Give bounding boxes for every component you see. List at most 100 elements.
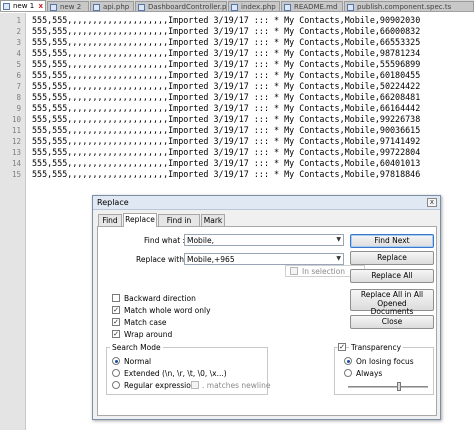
line-number: 9 <box>16 104 21 113</box>
transparency-checkbox[interactable]: ✓ <box>338 343 346 351</box>
in-selection-checkbox[interactable] <box>290 267 298 275</box>
editor-line[interactable]: 10 555,555,,,,,,,,,,,,,,,,,,,,Imported 3/… <box>0 114 474 125</box>
editor-line[interactable]: 14 555,555,,,,,,,,,,,,,,,,,,,,Imported 3/… <box>0 158 474 169</box>
tab-dashboard-controller[interactable]: DashboardController.php <box>135 1 227 11</box>
tab-index-php[interactable]: index.php <box>228 1 280 11</box>
line-number: 15 <box>11 170 21 179</box>
line-number: 6 <box>16 71 21 80</box>
tab-label: README.md <box>294 3 338 11</box>
close-icon[interactable]: x <box>427 198 437 207</box>
replace-button[interactable]: Replace <box>350 251 434 265</box>
editor-line[interactable]: 4 555,555,,,,,,,,,,,,,,,,,,,,Imported 3/1… <box>0 48 474 59</box>
tab-readme[interactable]: README.md <box>281 1 343 11</box>
chevron-down-icon[interactable]: ▼ <box>336 255 341 262</box>
replace-dialog: Replace x Find Replace Find in Files Mar… <box>92 195 441 420</box>
line-number: 14 <box>11 159 21 168</box>
line-text: 555,555,,,,,,,,,,,,,,,,,,,,Imported 3/19… <box>32 136 421 146</box>
editor-line[interactable]: 1 555,555,,,,,,,,,,,,,,,,,,,,Imported 3/1… <box>0 15 474 26</box>
extended-label: Extended (\n, \r, \t, \0, \x...) <box>124 369 227 378</box>
tab-new-1[interactable]: new 1 x <box>0 0 46 11</box>
editor-line[interactable]: 6 555,555,,,,,,,,,,,,,,,,,,,,Imported 3/1… <box>0 70 474 81</box>
always-radio[interactable] <box>344 369 352 377</box>
tab-label: new 1 <box>13 2 35 10</box>
editor-line[interactable]: 5 555,555,,,,,,,,,,,,,,,,,,,,Imported 3/1… <box>0 59 474 70</box>
tab-api-php[interactable]: api.php <box>90 1 134 11</box>
editor-line[interactable]: 12 555,555,,,,,,,,,,,,,,,,,,,,Imported 3/… <box>0 136 474 147</box>
editor-line[interactable]: 13 555,555,,,,,,,,,,,,,,,,,,,,Imported 3/… <box>0 147 474 158</box>
match-whole-word-checkbox[interactable]: ✓ <box>112 306 120 314</box>
dialog-title: Replace <box>97 198 129 207</box>
file-icon <box>50 4 57 11</box>
backward-direction-label: Backward direction <box>124 294 196 303</box>
search-mode-title: Search Mode <box>110 343 163 352</box>
editor-line[interactable]: 2 555,555,,,,,,,,,,,,,,,,,,,,Imported 3/1… <box>0 26 474 37</box>
find-what-input[interactable] <box>187 235 331 245</box>
match-case-label: Match case <box>124 318 167 327</box>
line-text: 555,555,,,,,,,,,,,,,,,,,,,,Imported 3/19… <box>32 125 421 135</box>
tab-label: DashboardController.php <box>148 3 227 11</box>
line-number: 5 <box>16 60 21 69</box>
slider-thumb[interactable] <box>397 382 401 391</box>
tab-label: api.php <box>103 3 130 11</box>
line-number: 10 <box>11 115 21 124</box>
editor-line[interactable]: 3 555,555,,,,,,,,,,,,,,,,,,,,Imported 3/1… <box>0 37 474 48</box>
editor-line[interactable]: 11 555,555,,,,,,,,,,,,,,,,,,,,Imported 3/… <box>0 125 474 136</box>
replace-with-input[interactable] <box>187 254 331 264</box>
line-number: 12 <box>11 137 21 146</box>
tab-publish-spec[interactable]: publish.component.spec.ts <box>344 1 474 11</box>
on-losing-focus-radio[interactable] <box>344 357 352 365</box>
line-text: 555,555,,,,,,,,,,,,,,,,,,,,Imported 3/19… <box>32 92 421 102</box>
tab-new-2[interactable]: new 2 <box>47 1 89 11</box>
line-text: 555,555,,,,,,,,,,,,,,,,,,,,Imported 3/19… <box>32 37 421 47</box>
file-icon <box>231 4 238 11</box>
match-case-checkbox[interactable]: ✓ <box>112 318 120 326</box>
normal-radio[interactable] <box>112 357 120 365</box>
slider-track <box>348 386 428 388</box>
tab-find-in-files[interactable]: Find in Files <box>158 214 200 236</box>
tab-replace[interactable]: Replace <box>123 213 157 227</box>
tab-find[interactable]: Find <box>98 214 122 226</box>
tab-label: new 2 <box>60 3 82 11</box>
replace-all-opened-line1: Replace All in All Opened <box>360 290 424 308</box>
line-text: 555,555,,,,,,,,,,,,,,,,,,,,Imported 3/19… <box>32 147 421 157</box>
matches-newline-label: . matches newline <box>202 381 271 390</box>
close-button[interactable]: Close <box>350 315 434 329</box>
file-icon <box>93 4 100 11</box>
chevron-down-icon[interactable]: ▼ <box>336 236 341 243</box>
regex-label: Regular expression <box>124 381 196 390</box>
line-text: 555,555,,,,,,,,,,,,,,,,,,,,Imported 3/19… <box>32 48 421 58</box>
line-text: 555,555,,,,,,,,,,,,,,,,,,,,Imported 3/19… <box>32 59 421 69</box>
line-text: 555,555,,,,,,,,,,,,,,,,,,,,Imported 3/19… <box>32 169 421 179</box>
replace-panel: Find what : ▼ Replace with : ▼ In select… <box>97 226 437 416</box>
extended-radio[interactable] <box>112 369 120 377</box>
tab-mark[interactable]: Mark <box>201 214 225 226</box>
backward-direction-checkbox[interactable] <box>112 294 120 302</box>
editor-line[interactable]: 8 555,555,,,,,,,,,,,,,,,,,,,,Imported 3/1… <box>0 92 474 103</box>
line-text: 555,555,,,,,,,,,,,,,,,,,,,,Imported 3/19… <box>32 158 421 168</box>
editor-line[interactable]: 7 555,555,,,,,,,,,,,,,,,,,,,,Imported 3/1… <box>0 81 474 92</box>
editor-line[interactable]: 15 555,555,,,,,,,,,,,,,,,,,,,,Imported 3/… <box>0 169 474 180</box>
replace-all-button[interactable]: Replace All <box>350 269 434 283</box>
matches-newline-checkbox[interactable] <box>191 381 199 389</box>
wrap-around-checkbox[interactable]: ✓ <box>112 330 120 338</box>
line-number: 13 <box>11 148 21 157</box>
match-whole-word-label: Match whole word only <box>124 306 211 315</box>
regex-radio[interactable] <box>112 381 120 389</box>
on-losing-focus-label: On losing focus <box>356 357 414 366</box>
editor-line[interactable]: 9 555,555,,,,,,,,,,,,,,,,,,,,Imported 3/1… <box>0 103 474 114</box>
dialog-title-bar[interactable]: Replace x <box>93 196 440 210</box>
line-text: 555,555,,,,,,,,,,,,,,,,,,,,Imported 3/19… <box>32 81 421 91</box>
line-number: 2 <box>16 27 21 36</box>
transparency-slider[interactable] <box>348 381 428 393</box>
line-text: 555,555,,,,,,,,,,,,,,,,,,,,Imported 3/19… <box>32 15 421 25</box>
find-next-button[interactable]: Find Next <box>350 234 434 248</box>
line-number: 3 <box>16 38 21 47</box>
replace-all-opened-button[interactable]: Replace All in All Opened Documents <box>350 289 434 316</box>
normal-label: Normal <box>124 357 152 366</box>
line-text: 555,555,,,,,,,,,,,,,,,,,,,,Imported 3/19… <box>32 70 421 80</box>
find-what-combo[interactable]: ▼ <box>184 234 344 246</box>
replace-with-combo[interactable]: ▼ <box>184 253 344 265</box>
always-label: Always <box>356 369 383 378</box>
line-number: 7 <box>16 82 21 91</box>
close-tab-icon[interactable]: x <box>38 2 43 10</box>
